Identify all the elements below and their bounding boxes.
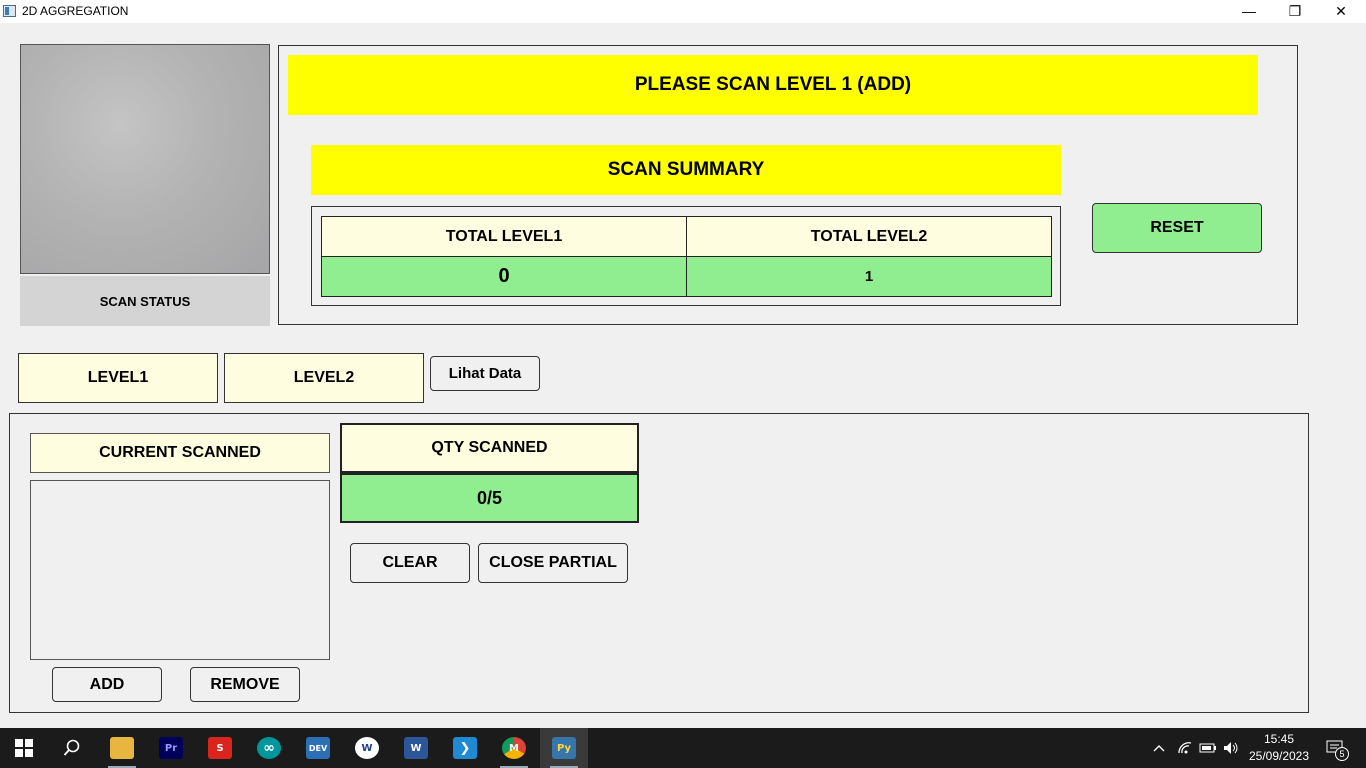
taskbar-app[interactable]: ❯ (441, 728, 489, 768)
close-partial-button[interactable]: CLOSE PARTIAL (478, 543, 628, 583)
sketchup-icon: S (208, 737, 232, 759)
reset-button[interactable]: RESET (1092, 203, 1262, 253)
taskbar-app[interactable]: M (490, 728, 538, 768)
scan-status-label: SCAN STATUS (20, 276, 270, 326)
maximize-button[interactable]: ❐ (1272, 0, 1318, 23)
search-button[interactable] (48, 728, 96, 768)
remove-button[interactable]: REMOVE (190, 667, 300, 702)
qty-scanned-value: 0/5 (340, 473, 639, 523)
minimize-button[interactable]: — (1226, 0, 1272, 23)
instruction-banner: PLEASE SCAN LEVEL 1 (ADD) (288, 55, 1258, 115)
arduino-icon: ∞ (257, 737, 281, 759)
word-icon: W (404, 737, 428, 759)
dev-cpp-icon: DEV (306, 737, 330, 759)
current-scanned-header: CURRENT SCANNED (30, 433, 330, 473)
taskbar-app[interactable] (98, 728, 146, 768)
window-title: 2D AGGREGATION (22, 4, 129, 18)
start-button[interactable] (0, 728, 48, 768)
scan-summary-title: SCAN SUMMARY (311, 145, 1061, 195)
taskbar-app[interactable]: DEV (294, 728, 342, 768)
total-level1-value: 0 (321, 256, 687, 297)
add-button[interactable]: ADD (52, 667, 162, 702)
taskbar-app[interactable]: W (343, 728, 391, 768)
chevron-up-icon[interactable] (1148, 728, 1170, 768)
total-level2-value: 1 (686, 256, 1052, 297)
taskbar-clock[interactable]: 15:45 25/09/2023 (1248, 731, 1310, 765)
chrome-icon: M (502, 737, 526, 759)
current-scanned-list[interactable] (30, 480, 330, 660)
premiere-pro-icon: Pr (159, 737, 183, 759)
volume-icon[interactable] (1220, 728, 1242, 768)
python-icon: Py (552, 737, 576, 759)
wifi-icon[interactable] (1174, 728, 1196, 768)
notification-count-badge: 5 (1335, 747, 1349, 761)
summary-table: TOTAL LEVEL1 TOTAL LEVEL2 0 1 (311, 206, 1061, 306)
battery-icon[interactable] (1197, 728, 1219, 768)
taskbar: Pr S ∞ DEV W W ❯ M Py 15:45 25/09/2023 5 (0, 728, 1366, 768)
taskbar-app[interactable]: Pr (147, 728, 195, 768)
title-bar: 2D AGGREGATION — ❐ ✕ (0, 0, 1366, 23)
clock-time: 15:45 (1263, 732, 1295, 746)
total-level1-header: TOTAL LEVEL1 (321, 216, 687, 257)
close-button[interactable]: ✕ (1318, 0, 1364, 23)
total-level2-header: TOTAL LEVEL2 (686, 216, 1052, 257)
wps-icon: W (355, 737, 379, 759)
tab-level1[interactable]: LEVEL1 (18, 353, 218, 403)
taskbar-app[interactable]: W (392, 728, 440, 768)
lihat-data-button[interactable]: Lihat Data (430, 356, 540, 391)
taskbar-app[interactable]: ∞ (245, 728, 293, 768)
file-explorer-icon (110, 737, 134, 759)
clear-button[interactable]: CLEAR (350, 543, 470, 583)
tab-level2[interactable]: LEVEL2 (224, 353, 424, 403)
taskbar-app[interactable]: S (196, 728, 244, 768)
camera-preview (20, 44, 270, 274)
notification-button[interactable]: 5 (1320, 728, 1350, 768)
app-icon (3, 5, 16, 17)
taskbar-app-active[interactable]: Py (540, 728, 588, 768)
search-icon (63, 739, 80, 756)
windows-logo-icon (15, 739, 33, 757)
qty-scanned-header: QTY SCANNED (340, 423, 639, 473)
clock-date: 25/09/2023 (1248, 749, 1310, 763)
vscode-icon: ❯ (453, 737, 477, 759)
